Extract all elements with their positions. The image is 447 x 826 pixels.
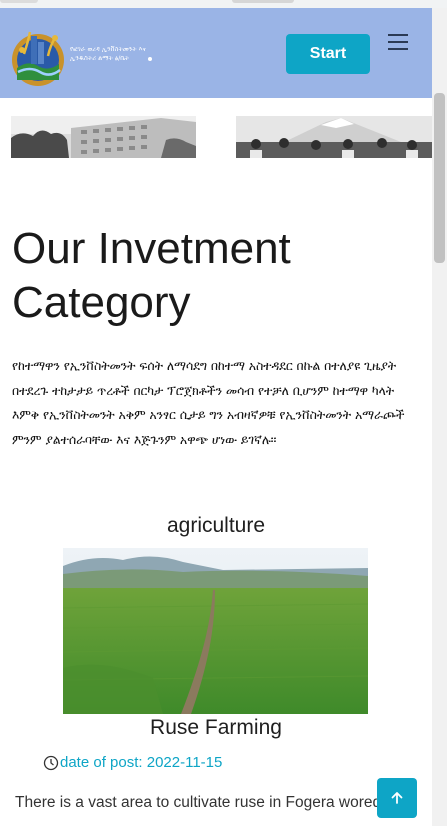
- site-header: የፎገራ ወረዳ ኢንቨስትመንት እና ኢንዱስትሪ ልማት ፅ/ቤት Sta…: [0, 8, 432, 98]
- site-logo[interactable]: [10, 20, 68, 90]
- post-description: There is a vast area to cultivate ruse i…: [15, 794, 390, 811]
- logo-dot: [148, 57, 152, 61]
- post-date: date of post: 2022-11-15: [43, 754, 222, 771]
- start-button[interactable]: Start: [286, 34, 370, 74]
- browser-top-strip: [0, 0, 447, 8]
- section-title: Our Invetment Category: [12, 224, 291, 327]
- post-date-prefix: date of post:: [60, 754, 143, 771]
- post-title[interactable]: Ruse Farming: [0, 716, 432, 740]
- back-to-top-button[interactable]: [377, 778, 417, 818]
- arrow-up-icon: [391, 792, 403, 804]
- category-title[interactable]: agriculture: [0, 514, 432, 538]
- page-scrollbar[interactable]: [432, 8, 447, 826]
- hamburger-menu-icon[interactable]: [388, 32, 408, 52]
- group-photo-image: [236, 116, 432, 158]
- section-intro-text: የከተማዋን የኢንቨስትመንት ፍሰት ለማሳደግ በከተማ አስተዳደር በ…: [12, 359, 405, 447]
- browser-address-edge: [232, 0, 294, 3]
- farmland-image[interactable]: [63, 548, 368, 714]
- browser-tab-edge: [0, 0, 38, 3]
- logo-caption: የፎገራ ወረዳ ኢንቨስትመንት እና ኢንዱስትሪ ልማት ፅ/ቤት: [70, 45, 146, 62]
- post-date-value: 2022-11-15: [146, 754, 223, 771]
- logo-emblem-icon: [12, 31, 64, 86]
- hotel-building-image: [11, 116, 196, 158]
- clock-icon: [43, 755, 59, 770]
- scrollbar-thumb[interactable]: [434, 93, 445, 263]
